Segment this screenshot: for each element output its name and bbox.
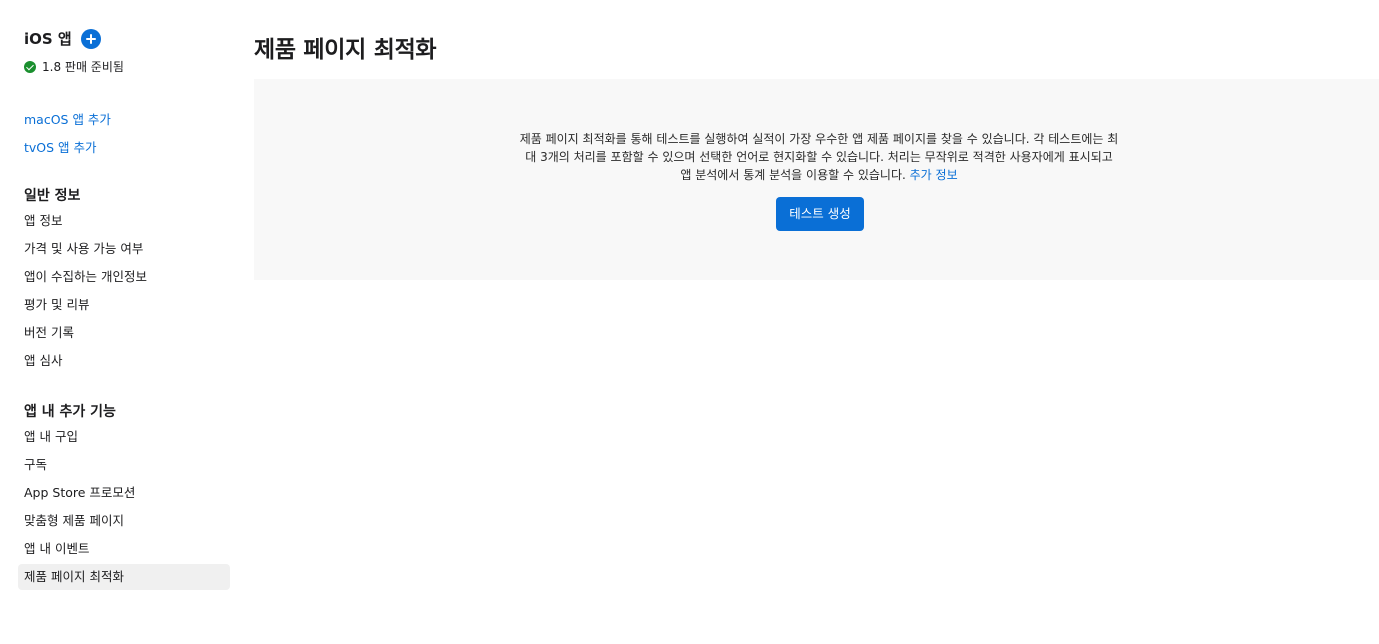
page-title: 제품 페이지 최적화 [254,37,437,63]
sidebar-item-pricing[interactable]: 가격 및 사용 가능 여부 [18,236,230,262]
sidebar-item-in-app-events[interactable]: 앱 내 이벤트 [18,536,230,562]
app-status: 1.8 판매 준비됨 [24,58,124,75]
app-header: iOS 앱 [24,28,101,49]
panel-description: 제품 페이지 최적화를 통해 테스트를 실행하여 실적이 가장 우수한 앱 제품… [519,130,1119,184]
sidebar-item-app-info[interactable]: 앱 정보 [18,208,230,234]
check-circle-icon [24,60,36,73]
sidebar-item-in-app-purchases[interactable]: 앱 내 구입 [18,424,230,450]
sidebar-item-version-history[interactable]: 버전 기록 [18,320,230,346]
sidebar: iOS 앱 1.8 판매 준비됨 macOS 앱 추가 tvOS 앱 추가 일반… [0,0,240,644]
features-title: 앱 내 추가 기능 [24,404,116,420]
add-platform-button[interactable] [80,28,101,49]
app-title: iOS 앱 [24,30,72,48]
sidebar-item-product-page-optimization[interactable]: 제품 페이지 최적화 [18,564,230,590]
more-info-link[interactable]: 추가 정보 [910,168,958,182]
sidebar-item-app-store-promotions[interactable]: App Store 프로모션 [18,480,230,506]
empty-state-panel: 제품 페이지 최적화를 통해 테스트를 실행하여 실적이 가장 우수한 앱 제품… [254,79,1379,280]
create-test-button[interactable]: 테스트 생성 [776,197,864,231]
sidebar-item-ratings[interactable]: 평가 및 리뷰 [18,292,230,318]
main-content: 제품 페이지 최적화 제품 페이지 최적화를 통해 테스트를 실행하여 실적이 … [254,0,1379,644]
sidebar-item-custom-product-pages[interactable]: 맞춤형 제품 페이지 [18,508,230,534]
status-text: 1.8 판매 준비됨 [42,60,124,74]
sidebar-item-app-review[interactable]: 앱 심사 [18,348,230,374]
sidebar-item-privacy[interactable]: 앱이 수집하는 개인정보 [18,264,230,290]
general-info-title: 일반 정보 [24,188,81,204]
add-macos-app-link[interactable]: macOS 앱 추가 [24,109,111,128]
sidebar-item-subscriptions[interactable]: 구독 [18,452,230,478]
add-tvos-app-link[interactable]: tvOS 앱 추가 [24,137,97,156]
description-text: 제품 페이지 최적화를 통해 테스트를 실행하여 실적이 가장 우수한 앱 제품… [519,132,1119,182]
